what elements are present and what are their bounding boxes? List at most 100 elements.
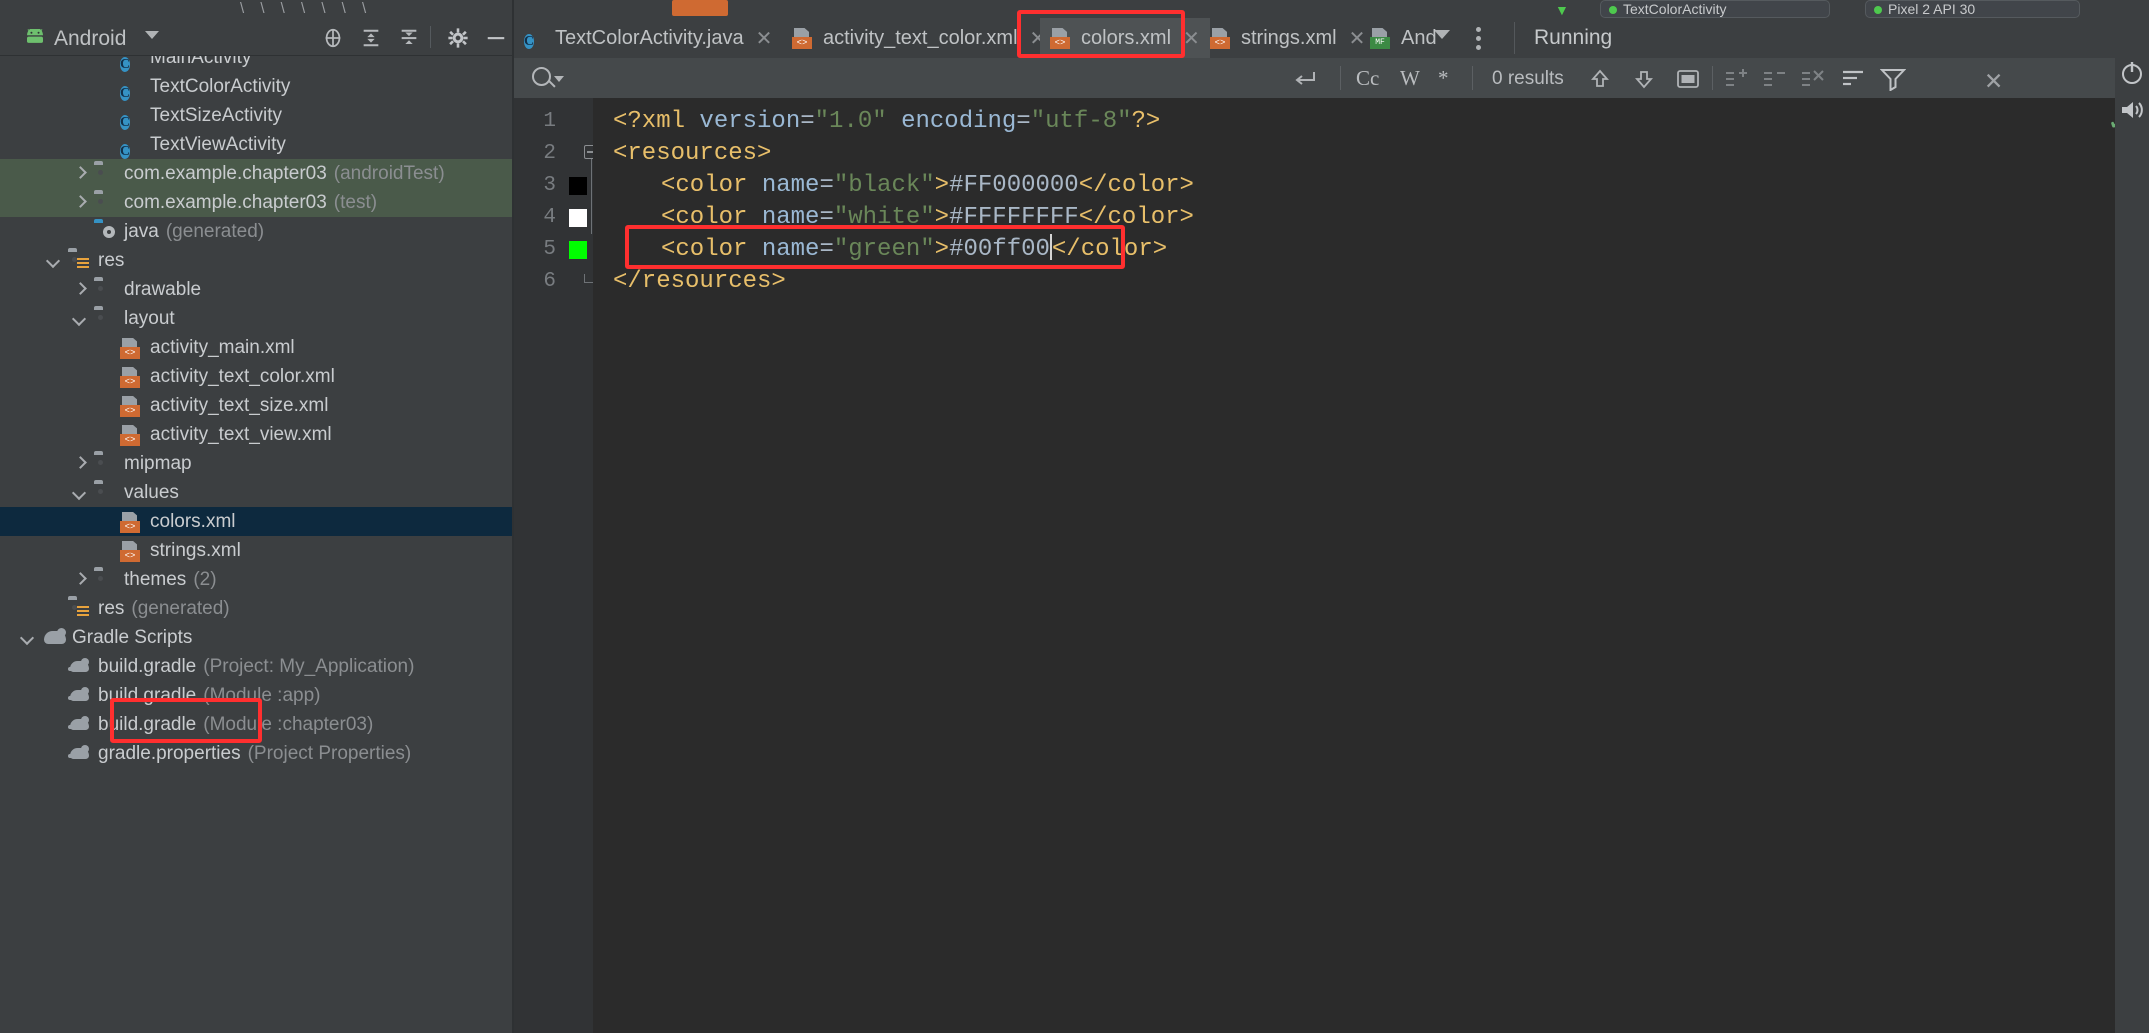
- expand-all-icon[interactable]: [360, 27, 382, 49]
- header-separator: [430, 26, 431, 48]
- tree-item-com-example-chapter03[interactable]: com.example.chapter03 (androidTest): [0, 159, 512, 188]
- tree-item-label: drawable: [124, 279, 202, 300]
- tree-item-sublabel: (generated): [165, 221, 265, 242]
- color-preview-swatch[interactable]: [569, 209, 587, 227]
- settings-gear-icon[interactable]: [447, 27, 469, 49]
- editor-tab-bar[interactable]: Running C TextColorActivity.java ✕ <> activi…: [514, 18, 2149, 58]
- tree-item-textcoloractivity[interactable]: C TextColorActivity: [0, 72, 512, 101]
- tree-item-java[interactable]: java (generated): [0, 217, 512, 246]
- collapse-all-icon[interactable]: [398, 27, 420, 49]
- hide-panel-icon[interactable]: [485, 27, 507, 49]
- tree-item-res[interactable]: res: [0, 246, 512, 275]
- tree-item-mainactivity[interactable]: C MainActivity: [0, 56, 512, 72]
- sliver-orange-marker: [672, 0, 728, 16]
- tree-item-textviewactivity[interactable]: C TextViewActivity: [0, 130, 512, 159]
- find-separator-2: [1472, 66, 1473, 90]
- project-panel-chevron-down-icon[interactable]: [145, 31, 159, 39]
- color-preview-swatch[interactable]: [569, 177, 587, 195]
- chevron-down-icon[interactable]: [48, 254, 61, 267]
- tree-item-res[interactable]: res (generated): [0, 594, 512, 623]
- code-line[interactable]: <color name="green">#00ff00</color>: [593, 234, 2149, 266]
- run-configuration-chip[interactable]: TextColorActivity: [1600, 0, 1830, 18]
- exclude-icon[interactable]: [1800, 68, 1826, 90]
- tree-item-textsizeactivity[interactable]: C TextSizeActivity: [0, 101, 512, 130]
- tree-item-build-gradle[interactable]: build.gradle (Project: My_Application): [0, 652, 512, 681]
- arrow-down-icon[interactable]: [1632, 67, 1656, 91]
- code-line[interactable]: <resources>: [593, 138, 2149, 170]
- tree-item-com-example-chapter03[interactable]: com.example.chapter03 (test): [0, 188, 512, 217]
- select-all-occurrences-icon[interactable]: [1676, 68, 1700, 90]
- editor-tab-and[interactable]: MF And: [1360, 18, 1447, 58]
- tree-item-strings-xml[interactable]: <> strings.xml: [0, 536, 512, 565]
- code-line[interactable]: <color name="black">#FF000000</color>: [593, 170, 2149, 202]
- search-history-chevron-down-icon[interactable]: [554, 76, 564, 82]
- tab-more-options-icon[interactable]: [1476, 27, 1481, 50]
- editor-gutter[interactable]: 1 2 3 4 5 6: [514, 98, 598, 1033]
- tree-item-build-gradle[interactable]: build.gradle (Module :chapter03): [0, 710, 512, 739]
- code-token: </color>: [1078, 172, 1194, 199]
- close-find-icon[interactable]: ✕: [1984, 68, 2003, 95]
- tree-item-layout[interactable]: layout: [0, 304, 512, 333]
- code-line[interactable]: <?xml version="1.0" encoding="utf-8"?>: [593, 106, 2149, 138]
- tree-item-gradle-properties[interactable]: gradle.properties (Project Properties): [0, 739, 512, 768]
- chevron-right-icon[interactable]: [74, 573, 87, 586]
- chevron-right-icon[interactable]: [74, 283, 87, 296]
- add-line-icon[interactable]: [1724, 68, 1750, 90]
- gradle-file-icon: [68, 744, 90, 764]
- tree-item-activity-text-view-xml[interactable]: <> activity_text_view.xml: [0, 420, 512, 449]
- gradle-file-icon: [68, 715, 90, 735]
- device-chip[interactable]: Pixel 2 API 30: [1865, 0, 2080, 18]
- right-tool-strip[interactable]: [2115, 18, 2149, 1033]
- tree-item-colors-xml[interactable]: <> colors.xml: [0, 507, 512, 536]
- power-icon[interactable]: [2119, 60, 2145, 86]
- arrow-up-icon[interactable]: [1588, 67, 1612, 91]
- close-tab-icon[interactable]: ✕: [1183, 26, 1200, 51]
- tree-item-activity-main-xml[interactable]: <> activity_main.xml: [0, 333, 512, 362]
- chevron-down-icon[interactable]: [74, 312, 87, 325]
- find-input-wrapper[interactable]: [514, 58, 1234, 98]
- match-case-toggle[interactable]: Cc: [1356, 66, 1379, 91]
- tree-item-activity-text-color-xml[interactable]: <> activity_text_color.xml: [0, 362, 512, 391]
- regex-toggle[interactable]: *: [1438, 66, 1449, 91]
- editor-tab-textcoloractivity-java[interactable]: C TextColorActivity.java ✕: [514, 18, 782, 58]
- close-tab-icon[interactable]: ✕: [756, 26, 773, 51]
- tree-item-label: res: [98, 598, 125, 619]
- volume-icon[interactable]: [2119, 98, 2145, 122]
- code-line[interactable]: <color name="white">#FFFFFFFF</color>: [593, 202, 2149, 234]
- multiline-icon[interactable]: [1292, 69, 1318, 89]
- tree-item-themes[interactable]: themes (2): [0, 565, 512, 594]
- project-tree[interactable]: C MainActivity C TextColorActivity C TextSize…: [0, 56, 512, 1033]
- words-toggle[interactable]: W: [1400, 66, 1420, 91]
- remove-line-icon[interactable]: [1762, 68, 1788, 90]
- tree-item-gradle-scripts[interactable]: Gradle Scripts: [0, 623, 512, 652]
- chevron-down-icon[interactable]: [74, 486, 87, 499]
- code-content[interactable]: <?xml version="1.0" encoding="utf-8"?> <r…: [593, 98, 2149, 1033]
- editor-tab-activity-text-color-xml[interactable]: <> activity_text_color.xml ✕: [782, 18, 1056, 58]
- color-preview-swatch[interactable]: [569, 241, 587, 259]
- editor-body[interactable]: 123456 <?xml version="1.0" encoding="utf…: [514, 98, 2149, 1033]
- code-line[interactable]: </resources>: [593, 266, 2149, 298]
- filter-icon[interactable]: [1880, 67, 1906, 91]
- sliver-run-caret-icon[interactable]: ▼: [1555, 2, 1569, 18]
- android-studio-window: \ \ \ \ \ \ \ ▼ TextColorActivity Pixel …: [0, 0, 2149, 1033]
- java-class-icon: C: [120, 56, 131, 72]
- filter-lines-icon[interactable]: [1840, 68, 1866, 90]
- tree-item-drawable[interactable]: drawable: [0, 275, 512, 304]
- tree-item-values[interactable]: values: [0, 478, 512, 507]
- tree-item-build-gradle[interactable]: build.gradle (Module :app): [0, 681, 512, 710]
- code-token: </color>: [1078, 204, 1194, 231]
- chevron-right-icon[interactable]: [74, 196, 87, 209]
- chevron-right-icon[interactable]: [74, 457, 87, 470]
- chevron-right-icon[interactable]: [74, 167, 87, 180]
- editor-tab-colors-xml[interactable]: <> colors.xml ✕: [1040, 18, 1210, 58]
- tree-item-activity-text-size-xml[interactable]: <> activity_text_size.xml: [0, 391, 512, 420]
- chevron-down-icon[interactable]: [22, 631, 35, 644]
- locate-in-tree-icon[interactable]: [322, 27, 344, 49]
- find-input[interactable]: [576, 63, 1136, 93]
- editor-tab-strings-xml[interactable]: <> strings.xml ✕: [1200, 18, 1375, 58]
- tree-item-mipmap[interactable]: mipmap: [0, 449, 512, 478]
